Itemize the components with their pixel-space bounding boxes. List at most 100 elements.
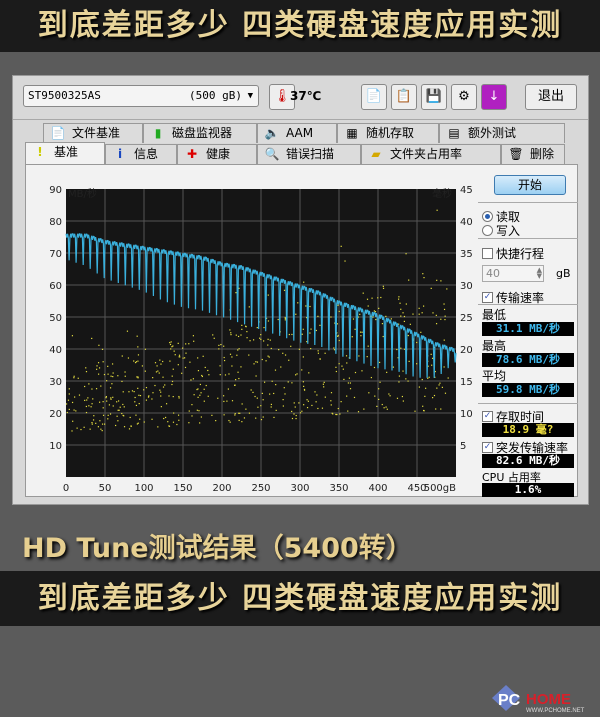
- access-time-point: [205, 384, 207, 387]
- access-time-point: [268, 356, 270, 358]
- access-time-point: [402, 400, 404, 402]
- write-radio[interactable]: 写入: [482, 222, 520, 239]
- access-time-point: [382, 285, 384, 287]
- access-time-point: [317, 352, 320, 354]
- access-time-point: [193, 394, 195, 396]
- access-time-point: [323, 386, 325, 388]
- access-time-point: [117, 400, 120, 402]
- access-time-point: [435, 323, 438, 325]
- tab-extra-tests[interactable]: ▤ 额外测试: [439, 123, 565, 143]
- access-time-point: [293, 402, 295, 404]
- access-time-point: [170, 341, 172, 343]
- tab-delete[interactable]: 🗑 删除: [501, 144, 565, 164]
- access-time-point: [259, 337, 261, 339]
- access-time-point: [345, 355, 348, 357]
- short-stroke-checkbox[interactable]: 快捷行程: [482, 245, 544, 262]
- x-tick: 100: [134, 483, 153, 494]
- access-time-point: [111, 383, 113, 385]
- access-time-point: [366, 298, 369, 300]
- divider: [478, 304, 578, 305]
- tab-benchmark[interactable]: ! 基准: [25, 142, 105, 164]
- access-time-point: [371, 297, 373, 299]
- tab-aam[interactable]: 🔈 AAM: [257, 123, 337, 143]
- access-time-point: [235, 292, 237, 294]
- access-time-point: [249, 340, 251, 342]
- access-time-point: [323, 381, 325, 383]
- tab-label: 信息: [134, 147, 159, 161]
- access-time-point: [310, 328, 312, 330]
- access-time-point: [223, 400, 225, 403]
- access-time-point: [256, 327, 258, 329]
- access-time-point: [342, 368, 344, 370]
- access-time-point: [370, 376, 372, 379]
- access-time-point: [381, 323, 384, 325]
- max-value: 78.6 MB/秒: [482, 353, 574, 367]
- drive-select[interactable]: ST9500325AS (500 gB) ▼: [23, 85, 259, 107]
- save-icon[interactable]: 💾: [421, 84, 447, 110]
- access-time-point: [85, 405, 87, 408]
- access-time-point: [176, 423, 178, 426]
- access-time-point: [375, 318, 377, 321]
- access-time-point: [223, 414, 225, 416]
- tab-file-benchmark[interactable]: 📄 文件基准: [43, 123, 143, 143]
- access-time-point: [90, 406, 92, 408]
- start-button[interactable]: 开始: [494, 175, 566, 195]
- access-time-point: [134, 401, 136, 403]
- y-axis-label-left: MB/秒: [68, 187, 97, 200]
- access-time-point: [169, 343, 172, 346]
- access-time-point: [290, 345, 292, 347]
- access-time-point: [252, 339, 255, 341]
- tab-disk-monitor[interactable]: ▮ 磁盘监视器: [143, 123, 257, 143]
- copy-text-icon[interactable]: 📄: [361, 84, 387, 110]
- tab-label: AAM: [286, 126, 314, 140]
- access-time-point: [408, 360, 410, 362]
- access-time-point: [302, 328, 304, 330]
- access-time-point: [303, 388, 306, 391]
- options-icon[interactable]: ⚙: [451, 84, 477, 110]
- access-time-point: [416, 363, 418, 365]
- tab-info[interactable]: i 信息: [105, 144, 177, 164]
- access-time-point: [98, 344, 100, 346]
- access-time-point: [162, 360, 164, 363]
- short-stroke-stepper[interactable]: 40 ▲ ▼: [482, 265, 544, 282]
- short-stroke-unit: gB: [556, 267, 571, 280]
- access-time-point: [421, 312, 423, 314]
- access-time-point: [108, 404, 111, 406]
- access-time-point: [248, 306, 250, 308]
- access-time-point: [263, 326, 265, 329]
- access-time-point: [309, 332, 311, 334]
- exit-button[interactable]: 退出: [525, 84, 577, 110]
- access-time-point: [207, 395, 209, 397]
- access-time-point: [333, 349, 336, 351]
- access-time-point: [96, 368, 98, 370]
- tab-random-access[interactable]: ▦ 随机存取: [337, 123, 439, 143]
- access-time-point: [192, 335, 195, 337]
- access-time-point: [178, 395, 180, 398]
- access-time-point: [333, 347, 335, 349]
- access-time-point: [287, 381, 289, 383]
- access-time-point: [185, 343, 187, 345]
- access-time-point: [234, 384, 236, 386]
- access-time-point: [405, 378, 407, 380]
- access-time-point: [284, 316, 286, 319]
- access-time-point: [340, 401, 342, 403]
- access-time-point: [440, 408, 442, 410]
- access-time-point: [240, 366, 242, 368]
- access-time-point: [400, 315, 402, 317]
- access-time-point: [301, 333, 303, 335]
- disk-monitor-icon: ▮: [154, 126, 162, 140]
- svg-text:PC: PC: [498, 692, 521, 709]
- copy-image-icon[interactable]: 📋: [391, 84, 417, 110]
- access-time-point: [316, 394, 318, 396]
- download-icon[interactable]: ↓: [481, 84, 507, 110]
- access-time-point: [190, 379, 192, 381]
- access-time-point: [347, 410, 349, 412]
- tab-error-scan[interactable]: 🔍 错误扫描: [257, 144, 361, 164]
- access-time-point: [198, 410, 200, 412]
- tab-health[interactable]: ✚ 健康: [177, 144, 257, 164]
- access-time-point: [197, 388, 199, 390]
- tab-folder-usage[interactable]: ▰ 文件夹占用率: [361, 144, 501, 164]
- access-time-point: [155, 371, 158, 373]
- drive-capacity: (500 gB): [189, 89, 242, 102]
- stepper-arrows-icon[interactable]: ▲ ▼: [537, 267, 542, 280]
